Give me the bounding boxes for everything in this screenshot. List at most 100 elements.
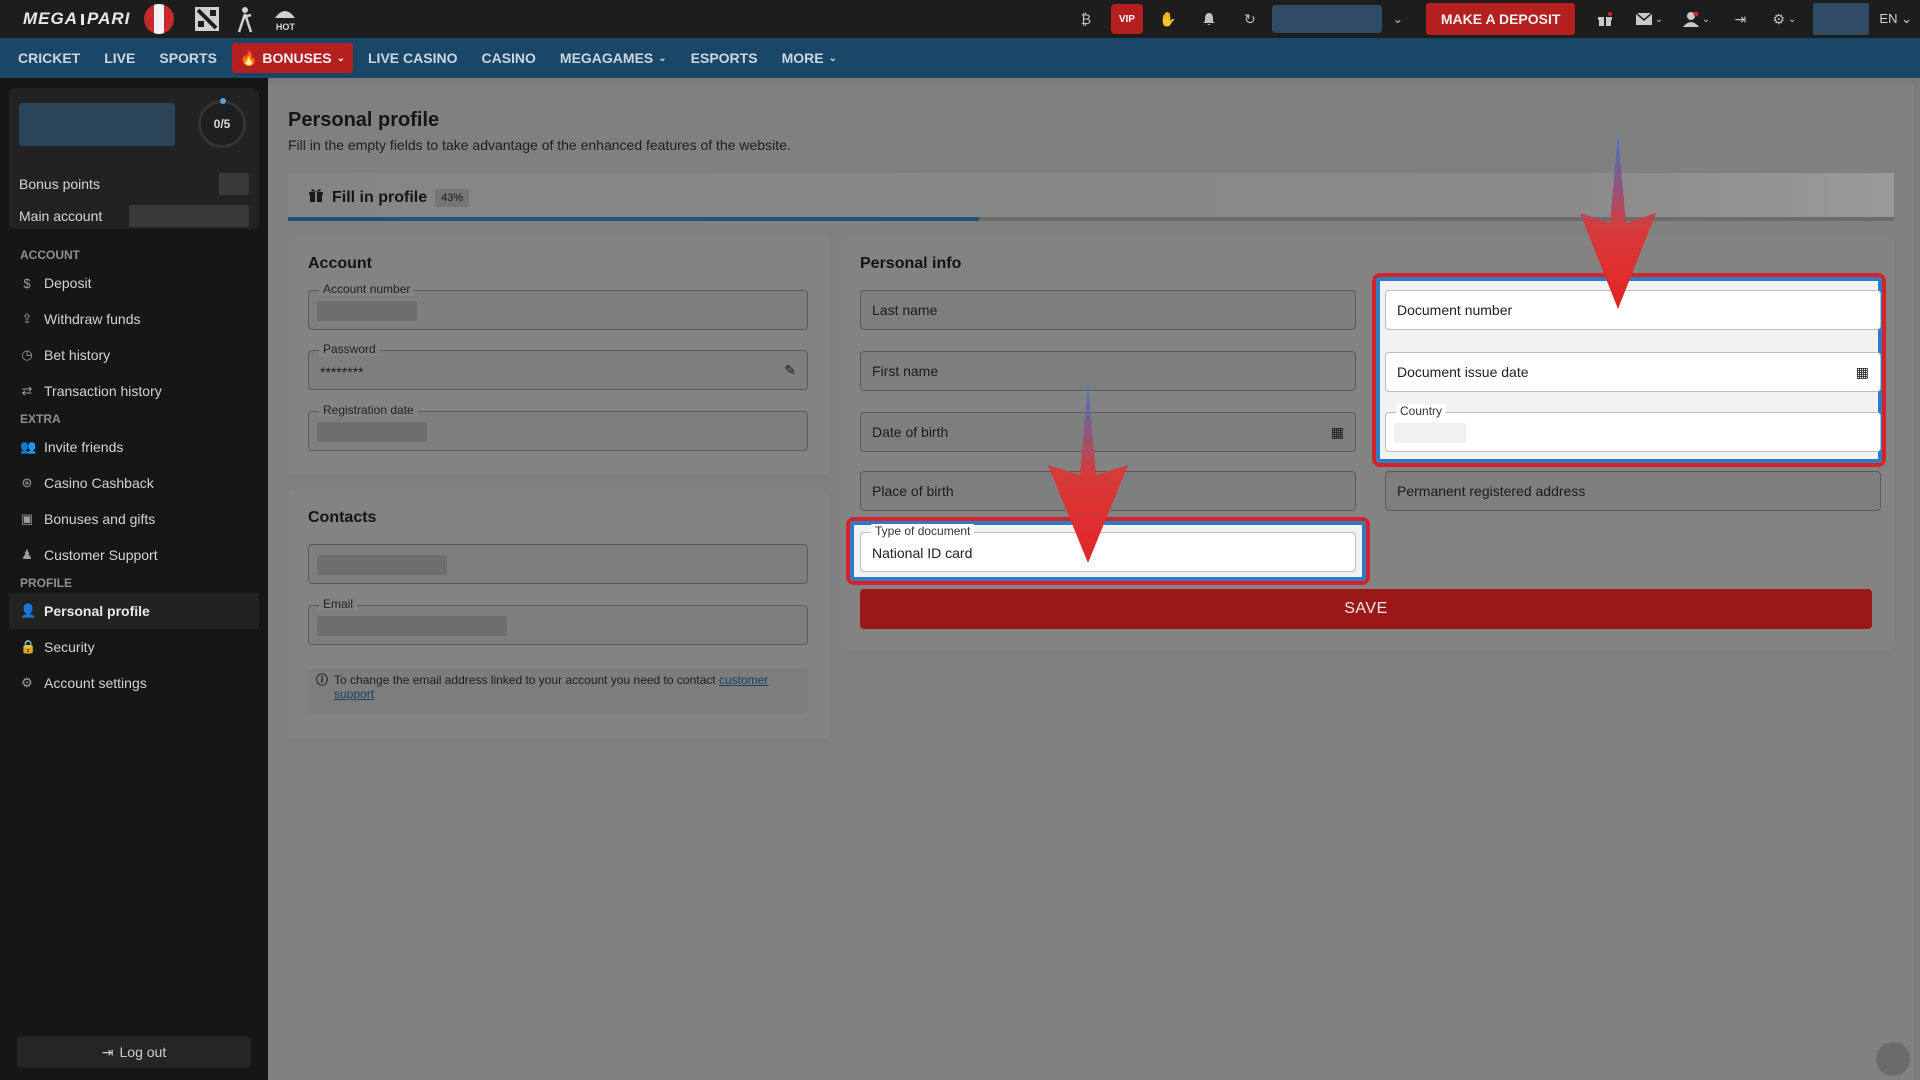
sidebar-item-label: Bonuses and gifts — [44, 511, 156, 527]
nav-megagames[interactable]: MEGAGAMES ⌄ — [560, 50, 667, 66]
fill-percent-badge: 43% — [435, 188, 470, 207]
first-name-placeholder: First name — [872, 363, 939, 379]
place-of-birth-placeholder: Place of birth — [872, 483, 954, 499]
phone-field[interactable] — [308, 544, 808, 584]
nav-cricket[interactable]: CRICKET — [18, 50, 80, 66]
top-actions: ₿ VIP ✋ ↻ ⌄ MAKE A DEPOSIT ⌄ ⌄ ⇥ ⚙ ⌄ EN ⌄ — [1061, 0, 1920, 38]
nav-megagames-label: MEGAGAMES — [559, 50, 654, 66]
gear-icon: ⚙ — [21, 675, 33, 690]
user-menu-icon[interactable]: ⌄ — [1677, 4, 1715, 34]
main-account-value — [129, 205, 249, 227]
sidebar-item-bonuses-gifts[interactable]: ▣ Bonuses and gifts — [9, 501, 259, 537]
balance-select[interactable] — [1271, 5, 1382, 33]
bonus-points-row[interactable]: Bonus points — [19, 171, 249, 197]
sidebar-item-bet-history[interactable]: ◷ Bet history — [9, 337, 259, 373]
nav-bonuses[interactable]: 🔥 BONUSES ⌄ — [231, 43, 353, 73]
nav-live-casino[interactable]: LIVE CASINO — [368, 50, 457, 66]
make-deposit-button[interactable]: MAKE A DEPOSIT — [1425, 3, 1576, 35]
document-type-label: Type of document — [871, 524, 975, 538]
hand-icon[interactable]: ✋ — [1152, 4, 1184, 34]
nav-casino[interactable]: CASINO — [481, 50, 535, 66]
sidebar-item-label: Account settings — [44, 675, 147, 691]
main-account-row[interactable]: Main account — [19, 203, 249, 229]
sidebar-item-label: Bet history — [44, 347, 111, 363]
permanent-address-field[interactable]: Permanent registered address — [1385, 471, 1881, 511]
refresh-icon[interactable]: ↻ — [1234, 4, 1266, 34]
gift-icon[interactable] — [1589, 4, 1621, 34]
contacts-card: Contacts Email ⓘ To change the email add… — [288, 489, 829, 739]
password-label: Password — [319, 342, 380, 356]
save-button[interactable]: SAVE — [860, 589, 1872, 629]
country-select[interactable]: Country — [1385, 404, 1881, 452]
fire-icon: 🔥 — [239, 49, 258, 66]
nav-esports[interactable]: ESPORTS — [691, 50, 758, 66]
email-field[interactable]: Email — [308, 597, 808, 645]
sidebar-item-label: Customer Support — [44, 547, 158, 563]
account-avatar[interactable] — [1813, 3, 1870, 35]
sidebar-item-customer-support[interactable]: ♟ Customer Support — [9, 537, 259, 573]
main-account-label: Main account — [19, 208, 103, 224]
nav-more-label: MORE — [781, 50, 824, 66]
calendar-icon[interactable]: ▦ — [1856, 364, 1869, 381]
country-value — [1394, 423, 1466, 443]
nav-more[interactable]: MORE ⌄ — [782, 50, 837, 66]
vip-icon[interactable]: VIP — [1110, 4, 1143, 34]
sidebar-item-deposit[interactable]: $ Deposit — [9, 265, 259, 301]
edit-pencil-icon[interactable]: ✎ — [784, 362, 796, 379]
brand-logo[interactable]: MEGA PARI — [23, 9, 130, 29]
dollar-icon: $ — [23, 275, 31, 291]
calendar-icon[interactable]: ▦ — [1331, 424, 1344, 441]
profile-progress-ring[interactable]: 0/5 — [198, 98, 246, 148]
hot-games-icon[interactable]: HOT — [268, 4, 302, 34]
logo-text-left: MEGA — [23, 9, 78, 28]
sidebar-item-transaction-history[interactable]: ⇄ Transaction history — [9, 373, 259, 409]
fill-progress-bar — [288, 217, 979, 221]
last-name-field[interactable]: Last name — [860, 290, 1356, 330]
clock-icon: ◷ — [21, 347, 33, 362]
info-icon: ⓘ — [316, 673, 329, 687]
bell-icon[interactable] — [1193, 4, 1225, 34]
gear-icon[interactable]: ⚙ ⌄ — [1765, 4, 1803, 34]
bonus-points-label: Bonus points — [19, 176, 100, 192]
registration-date-value — [317, 422, 427, 442]
bonus-points-value — [219, 173, 249, 195]
registration-date-label: Registration date — [319, 403, 418, 417]
sidebar-item-invite-friends[interactable]: 👥 Invite friends — [9, 429, 259, 465]
chat-support-button[interactable] — [1876, 1042, 1910, 1076]
logout-icon: ⇥ — [101, 1043, 114, 1060]
sidebar-item-label: Invite friends — [44, 439, 124, 455]
sidebar-item-account-settings[interactable]: ⚙ Account settings — [9, 665, 259, 701]
chevron-down-icon[interactable]: ⌄ — [1388, 12, 1408, 26]
account-number-field[interactable]: Account number — [308, 282, 808, 330]
last-name-placeholder: Last name — [872, 302, 938, 318]
country-flag-icon[interactable] — [144, 4, 175, 34]
logout-button[interactable]: ⇥ Log out — [17, 1036, 251, 1068]
users-icon: 👥 — [20, 439, 37, 454]
sidebar-item-casino-cashback[interactable]: ⊛ Casino Cashback — [9, 465, 259, 501]
page-title: Personal profile — [288, 109, 440, 131]
sidebar-item-security[interactable]: 🔒 Security — [9, 629, 259, 665]
lock-icon: 🔒 — [20, 639, 37, 654]
account-number-label: Account number — [319, 282, 415, 296]
sidebar-item-withdraw[interactable]: ⇪ Withdraw funds — [9, 301, 259, 337]
cashback-icon: ⊛ — [21, 475, 33, 490]
password-field[interactable]: Password ******** ✎ — [308, 342, 808, 390]
page-subtitle: Fill in the empty fields to take advanta… — [288, 137, 791, 153]
nav-sports[interactable]: SPORTS — [159, 50, 217, 66]
bitcoin-icon[interactable]: ₿ — [1070, 4, 1102, 34]
sidebar-item-label: Withdraw funds — [44, 311, 141, 327]
section-account: ACCOUNT — [20, 248, 80, 262]
mail-icon[interactable]: ⌄ — [1630, 4, 1668, 34]
document-issue-date-field[interactable]: Document issue date ▦ — [1385, 352, 1881, 392]
account-number-value — [317, 301, 417, 321]
logout-label: Log out — [119, 1044, 167, 1060]
logout-top-icon[interactable]: ⇥ — [1724, 4, 1756, 34]
user-icon: 👤 — [20, 603, 37, 618]
sidebar-item-personal-profile[interactable]: 👤 Personal profile — [9, 593, 259, 629]
cricket-player-icon[interactable] — [228, 4, 262, 34]
dota-icon[interactable] — [190, 4, 224, 34]
hot-label: HOT — [275, 22, 295, 32]
nav-live[interactable]: LIVE — [104, 50, 135, 66]
account-card: Account Account number Password ********… — [288, 235, 829, 475]
language-select[interactable]: EN ⌄ — [1879, 11, 1912, 27]
